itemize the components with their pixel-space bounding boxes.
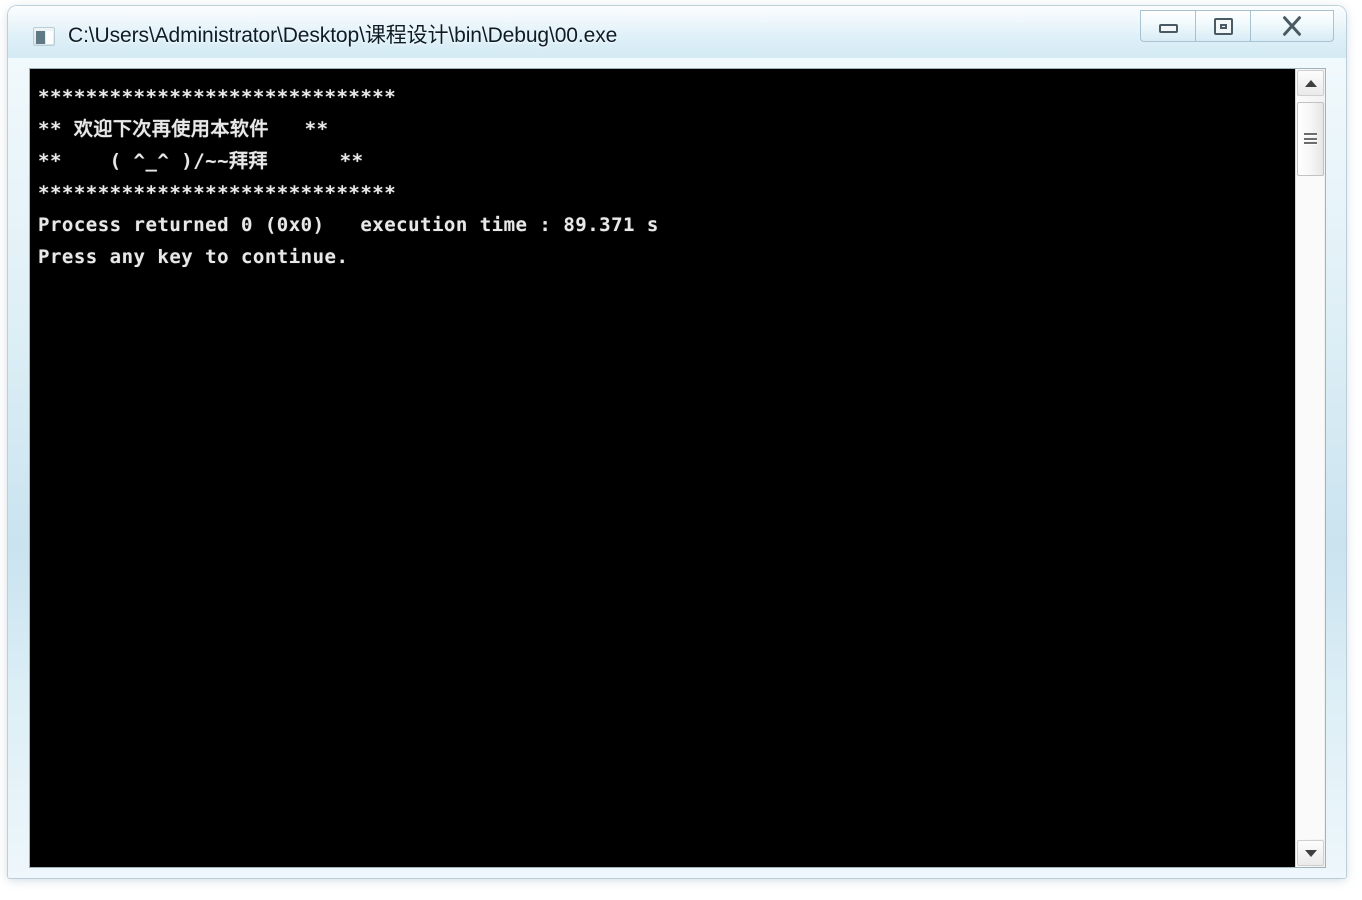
console-output[interactable]: ****************************** ** 欢迎下次再使… xyxy=(30,69,1295,867)
console-line: ****************************** xyxy=(38,86,397,108)
vertical-scrollbar[interactable] xyxy=(1295,69,1325,867)
scrollbar-thumb-grip xyxy=(1304,133,1317,145)
scroll-down-arrow-icon xyxy=(1304,849,1317,857)
console-app-icon xyxy=(33,27,55,46)
console-line: ** ( ^_^ )/~~拜拜 ** xyxy=(38,150,364,172)
restore-icon xyxy=(1213,17,1233,35)
console-line: ****************************** xyxy=(38,182,397,204)
console-client-area: ****************************** ** 欢迎下次再使… xyxy=(29,68,1326,868)
console-line: ** 欢迎下次再使用本软件 ** xyxy=(38,118,329,140)
console-line-process-returned: Process returned 0 (0x0) execution time … xyxy=(38,214,659,236)
window-controls xyxy=(1140,10,1334,42)
scroll-up-button[interactable] xyxy=(1297,70,1324,96)
maximize-button[interactable] xyxy=(1195,10,1251,42)
close-button[interactable] xyxy=(1250,10,1334,42)
console-window: C:\Users\Administrator\Desktop\课程设计\bin\… xyxy=(8,6,1346,878)
console-line-press-any-key: Press any key to continue. xyxy=(38,246,349,268)
minimize-icon xyxy=(1158,24,1178,33)
minimize-button[interactable] xyxy=(1140,10,1196,42)
scrollbar-thumb[interactable] xyxy=(1297,102,1324,176)
title-bar[interactable]: C:\Users\Administrator\Desktop\课程设计\bin\… xyxy=(8,6,1346,58)
close-icon xyxy=(1281,16,1303,36)
scrollbar-track[interactable] xyxy=(1297,176,1324,839)
window-title: C:\Users\Administrator\Desktop\课程设计\bin\… xyxy=(68,24,618,47)
scroll-up-arrow-icon xyxy=(1304,79,1317,87)
scroll-down-button[interactable] xyxy=(1297,840,1324,866)
